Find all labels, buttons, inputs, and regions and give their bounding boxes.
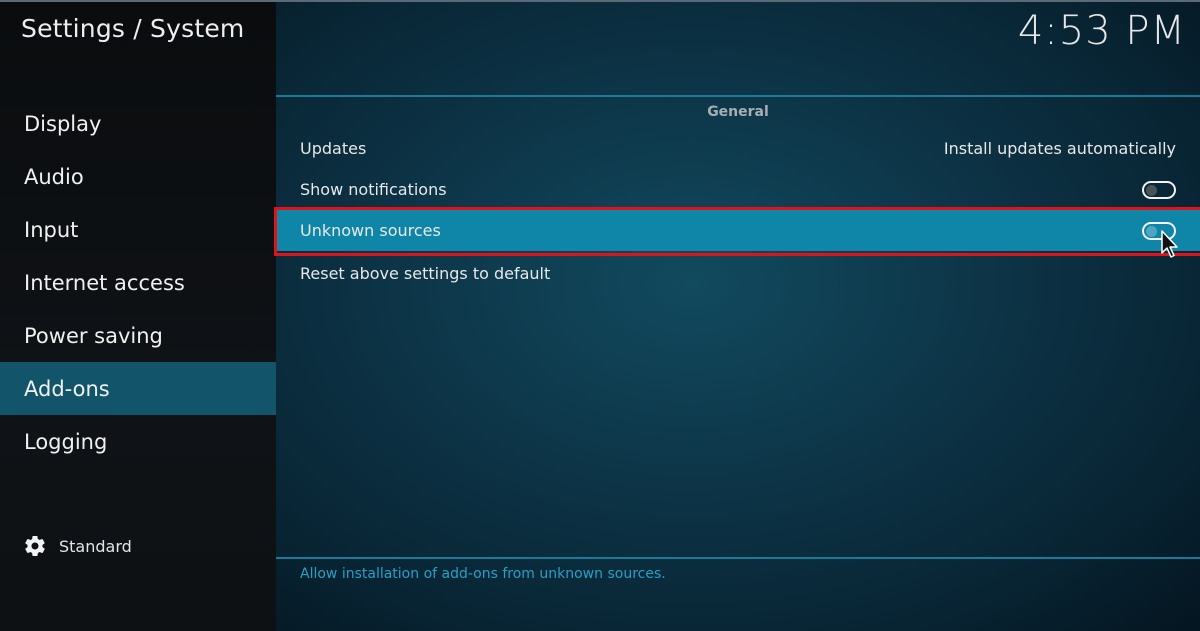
bottom-divider xyxy=(276,557,1200,559)
setting-label: Show notifications xyxy=(300,180,447,199)
setting-label: Unknown sources xyxy=(300,221,441,240)
mouse-cursor-icon xyxy=(1161,230,1178,258)
toggle-knob xyxy=(1146,184,1157,196)
sidebar-item-audio[interactable]: Audio xyxy=(0,150,276,203)
gear-icon xyxy=(25,536,45,557)
setting-value: Install updates automatically xyxy=(943,139,1176,158)
settings-level-label: Standard xyxy=(59,536,132,556)
window-top-border xyxy=(0,0,1200,2)
settings-panel: 4:53 PM General Updates Install updates … xyxy=(276,0,1200,631)
sidebar-menu: Display Audio Input Internet access Powe… xyxy=(0,97,276,468)
settings-level-button[interactable]: Standard xyxy=(23,534,132,558)
sidebar: Settings / System Display Audio Input In… xyxy=(0,0,276,631)
setting-label: Reset above settings to default xyxy=(300,264,551,283)
setting-unknown-sources[interactable]: Unknown sources xyxy=(276,210,1200,251)
sidebar-item-input[interactable]: Input xyxy=(0,203,276,256)
setting-updates[interactable]: Updates Install updates automatically xyxy=(276,128,1200,169)
setting-label: Updates xyxy=(300,139,367,158)
sidebar-item-logging[interactable]: Logging xyxy=(0,415,276,468)
sidebar-item-power-saving[interactable]: Power saving xyxy=(0,309,276,362)
page-title: Settings / System xyxy=(21,14,245,43)
setting-reset-defaults[interactable]: Reset above settings to default xyxy=(276,253,1200,294)
sidebar-item-display[interactable]: Display xyxy=(0,97,276,150)
setting-description: Allow installation of add-ons from unkno… xyxy=(300,566,666,582)
setting-show-notifications[interactable]: Show notifications xyxy=(276,169,1200,210)
sidebar-item-internet-access[interactable]: Internet access xyxy=(0,256,276,309)
top-divider xyxy=(276,95,1200,97)
sidebar-item-add-ons[interactable]: Add-ons xyxy=(0,362,276,415)
clock: 4:53 PM xyxy=(1017,8,1186,54)
toggle-knob xyxy=(1146,225,1157,237)
show-notifications-toggle[interactable] xyxy=(1142,180,1176,199)
section-header: General xyxy=(707,104,769,120)
